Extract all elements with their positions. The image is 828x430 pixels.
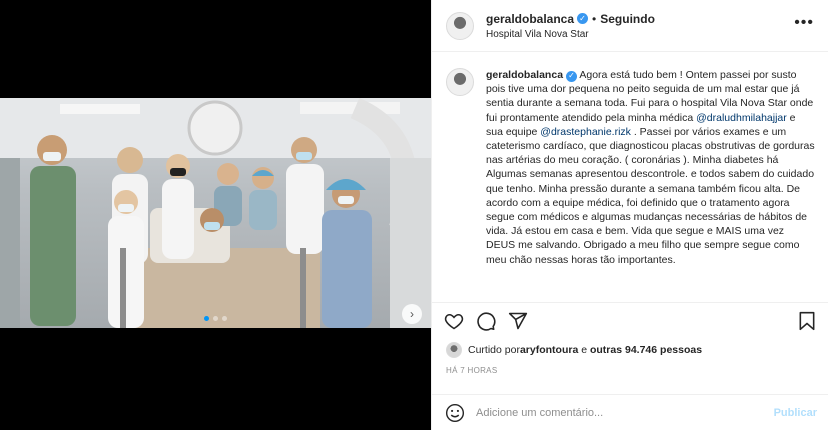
share-button[interactable] xyxy=(506,309,530,333)
action-bar xyxy=(432,302,828,338)
caption-username[interactable]: geraldobalanca xyxy=(486,69,563,81)
share-icon xyxy=(508,312,528,329)
avatar[interactable] xyxy=(446,342,462,358)
emoji-icon xyxy=(445,403,465,422)
carousel-dot xyxy=(213,316,218,321)
post-timestamp[interactable]: HÁ 7 HORAS xyxy=(446,366,497,375)
carousel-indicator xyxy=(0,316,431,321)
post-photo[interactable]: › xyxy=(0,98,431,328)
caption-section: geraldobalanca ✓ Agora está tudo bem ! On… xyxy=(432,52,828,302)
hospital-group-photo xyxy=(0,98,431,328)
comment-button[interactable] xyxy=(474,309,498,333)
verified-icon: ✓ xyxy=(577,13,589,24)
carousel-dot xyxy=(204,316,209,321)
avatar[interactable] xyxy=(446,68,474,96)
likes-summary: Curtido por aryfontoura e outras 94.746 … xyxy=(446,342,702,358)
comment-icon xyxy=(477,311,496,331)
post-side-panel: geraldobalanca ✓ • Seguindo Hospital Vil… xyxy=(431,0,828,430)
heart-icon xyxy=(444,313,464,329)
likes-count-link[interactable]: outras 94.746 pessoas xyxy=(590,344,702,356)
publish-button[interactable]: Publicar xyxy=(774,407,817,419)
more-options-icon[interactable]: ••• xyxy=(794,14,814,32)
next-slide-button[interactable]: › xyxy=(402,304,422,324)
avatar[interactable] xyxy=(446,11,474,40)
mention-link[interactable]: @draludhmilahajjar xyxy=(696,112,787,124)
bookmark-icon xyxy=(799,311,815,330)
following-button[interactable]: Seguindo xyxy=(600,12,655,26)
comment-input[interactable] xyxy=(476,406,774,419)
like-button[interactable] xyxy=(442,309,466,333)
caption-text: geraldobalanca ✓ Agora está tudo bem ! On… xyxy=(486,69,815,266)
save-button[interactable] xyxy=(795,309,819,333)
carousel-dot xyxy=(222,316,227,321)
post-header: geraldobalanca ✓ • Seguindo Hospital Vil… xyxy=(432,0,828,52)
comment-box: Publicar xyxy=(432,394,828,430)
separator: • xyxy=(592,11,597,26)
location-link[interactable]: Hospital Vila Nova Star xyxy=(486,29,655,40)
post-media: › xyxy=(0,0,431,430)
username-link[interactable]: geraldobalanca xyxy=(486,12,574,26)
emoji-button[interactable] xyxy=(444,402,466,424)
liker-link[interactable]: aryfontoura xyxy=(520,344,578,356)
verified-icon: ✓ xyxy=(566,70,578,82)
mention-link[interactable]: @drastephanie.rizk xyxy=(540,126,631,138)
